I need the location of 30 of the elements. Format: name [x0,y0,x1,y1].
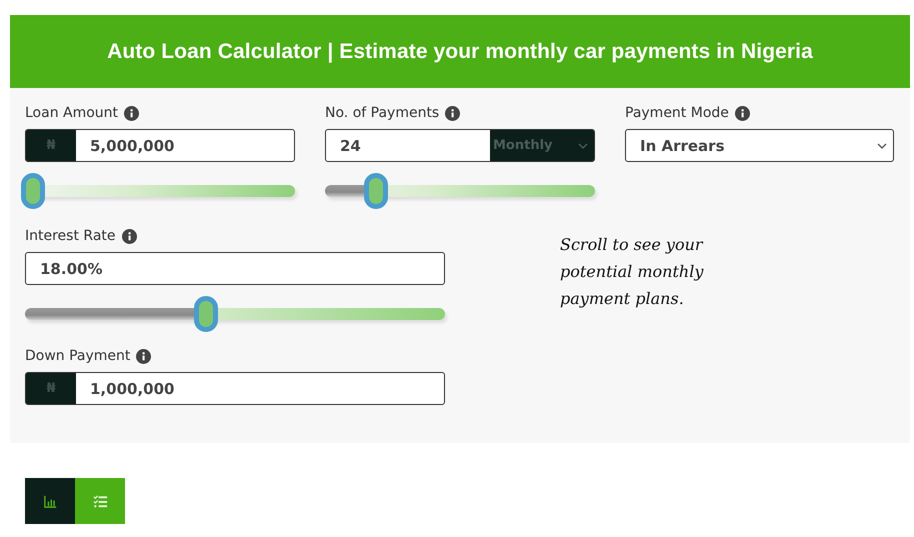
slider-thumb[interactable] [364,173,388,209]
field-label: Interest Rate [25,228,116,244]
input-field[interactable]: ₦ 5,000,000 [25,129,295,162]
info-icon[interactable] [124,106,140,120]
info-icon[interactable] [445,106,460,120]
checklist-icon [92,494,108,508]
view-tab[interactable] [25,478,75,524]
view-tab[interactable] [75,478,125,524]
info-icon[interactable] [734,106,750,120]
slider-thumb[interactable] [194,296,218,332]
field-label: Payment Mode [625,105,729,121]
input-field[interactable]: ₦ 1,000,000 [25,372,445,405]
info-icon[interactable] [136,348,152,364]
caret-icon [877,142,887,148]
bar-chart-icon [42,494,58,508]
slider[interactable] [25,296,445,332]
mode-select[interactable]: In Arrears [625,129,894,162]
slider-thumb[interactable] [21,173,46,209]
info-icon[interactable] [122,228,137,244]
handwritten-note: Scroll to see your potential monthly payment plans. [560,234,704,310]
currency-prefix: ₦ [26,130,76,161]
slider[interactable] [325,173,595,209]
field-label: Loan Amount [25,105,118,121]
currency-prefix: ₦ [26,373,76,404]
payments-field[interactable]: 24 Monthly [325,129,595,162]
input-field[interactable]: 18.00% [25,252,445,285]
caret-icon [578,142,588,148]
field-label: No. of Payments [325,105,440,121]
page-title: Auto Loan Calculator | Estimate your monthly car payments in Nigeria [107,40,813,64]
field-label: Down Payment [25,348,130,364]
